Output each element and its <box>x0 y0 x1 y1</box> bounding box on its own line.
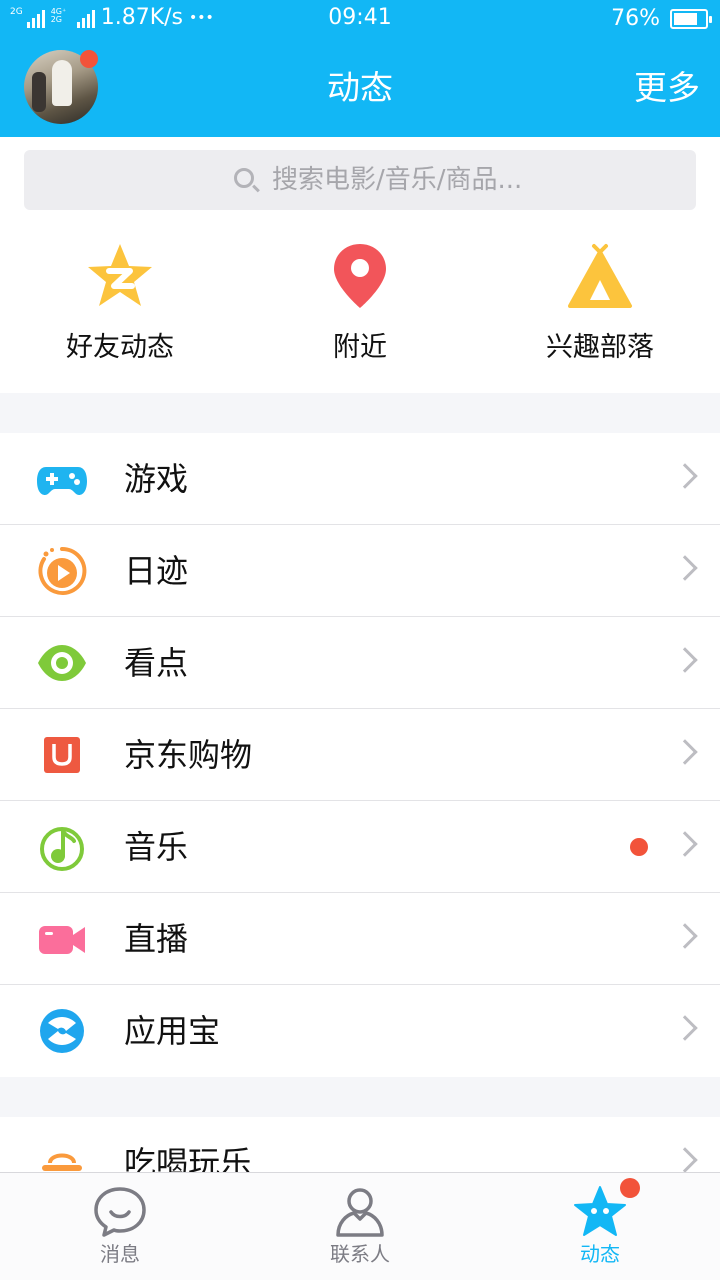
list-item-label: 日迹 <box>124 552 189 590</box>
list-item-food[interactable]: 吃喝玩乐 <box>0 1117 720 1173</box>
quick-entry-label: 附近 <box>333 332 387 363</box>
star-icon <box>480 1185 720 1241</box>
tab-feed[interactable]: 动态 <box>480 1173 720 1280</box>
qzone-star-icon <box>0 240 240 320</box>
battery-percent: 76% <box>611 6 660 31</box>
play-circle-icon <box>36 545 88 597</box>
video-camera-icon <box>36 913 88 965</box>
more-button[interactable]: 更多 <box>634 64 700 112</box>
list-item-music[interactable]: 音乐 <box>0 801 720 893</box>
chevron-right-icon <box>672 555 698 581</box>
quick-entry-interest-tribe[interactable]: 兴趣部落 <box>480 240 720 380</box>
eye-icon <box>36 637 88 689</box>
list-item-label: 游戏 <box>124 460 189 498</box>
tent-icon <box>480 240 720 320</box>
list-item-games[interactable]: 游戏 <box>0 433 720 525</box>
tab-messages[interactable]: 消息 <box>0 1173 240 1280</box>
menu-list-2: 吃喝玩乐 <box>0 1117 720 1173</box>
list-item-label: 应用宝 <box>124 1012 221 1050</box>
food-bowl-icon <box>36 1137 88 1173</box>
chevron-right-icon <box>672 739 698 765</box>
search-placeholder: 搜索电影/音乐/商品... <box>272 165 523 195</box>
battery-status: 76% <box>611 5 712 33</box>
battery-icon <box>670 9 712 29</box>
chevron-right-icon <box>672 1147 698 1173</box>
list-item-jd-shopping[interactable]: 京东购物 <box>0 709 720 801</box>
jd-shopping-icon <box>36 729 88 781</box>
feed-tab-notification-dot <box>620 1178 640 1198</box>
menu-list: 游戏 日迹 看点 京东购物 音乐 直播 应用宝 <box>0 433 720 1077</box>
tab-label: 联系人 <box>330 1242 390 1266</box>
list-item-label: 吃喝玩乐 <box>124 1144 253 1173</box>
tab-bar: 消息 联系人 动态 <box>0 1172 720 1280</box>
tab-label: 动态 <box>580 1242 620 1266</box>
list-item-daily-trace[interactable]: 日迹 <box>0 525 720 617</box>
list-item-label: 音乐 <box>124 828 189 866</box>
list-item-live[interactable]: 直播 <box>0 893 720 985</box>
app-store-icon <box>36 1005 88 1057</box>
music-notification-dot <box>630 838 648 856</box>
location-pin-icon <box>240 240 480 320</box>
quick-entry-nearby[interactable]: 附近 <box>240 240 480 380</box>
chevron-right-icon <box>672 831 698 857</box>
quick-entry-label: 好友动态 <box>66 332 174 363</box>
list-item-label: 京东购物 <box>124 736 253 774</box>
search-input[interactable]: 搜索电影/音乐/商品... <box>24 150 696 210</box>
music-note-icon <box>36 821 88 873</box>
page-title: 动态 <box>327 68 393 107</box>
contact-person-icon <box>240 1185 480 1241</box>
gamepad-icon <box>36 453 88 505</box>
quick-entry-label: 兴趣部落 <box>546 332 654 363</box>
tab-contacts[interactable]: 联系人 <box>240 1173 480 1280</box>
chevron-right-icon <box>672 647 698 673</box>
search-icon <box>234 168 254 188</box>
quick-entry-friends-feed[interactable]: 好友动态 <box>0 240 240 380</box>
status-bar: 2G 4G⁺ 2G 1.87K/s ••• 09:41 76% <box>0 0 720 40</box>
list-item-label: 看点 <box>124 644 189 682</box>
chevron-right-icon <box>672 923 698 949</box>
tab-label: 消息 <box>100 1242 140 1266</box>
chat-bubble-icon <box>0 1185 240 1241</box>
chevron-right-icon <box>672 463 698 489</box>
list-item-app-store[interactable]: 应用宝 <box>0 985 720 1077</box>
list-item-kandian[interactable]: 看点 <box>0 617 720 709</box>
list-item-label: 直播 <box>124 920 189 958</box>
chevron-right-icon <box>672 1015 698 1041</box>
